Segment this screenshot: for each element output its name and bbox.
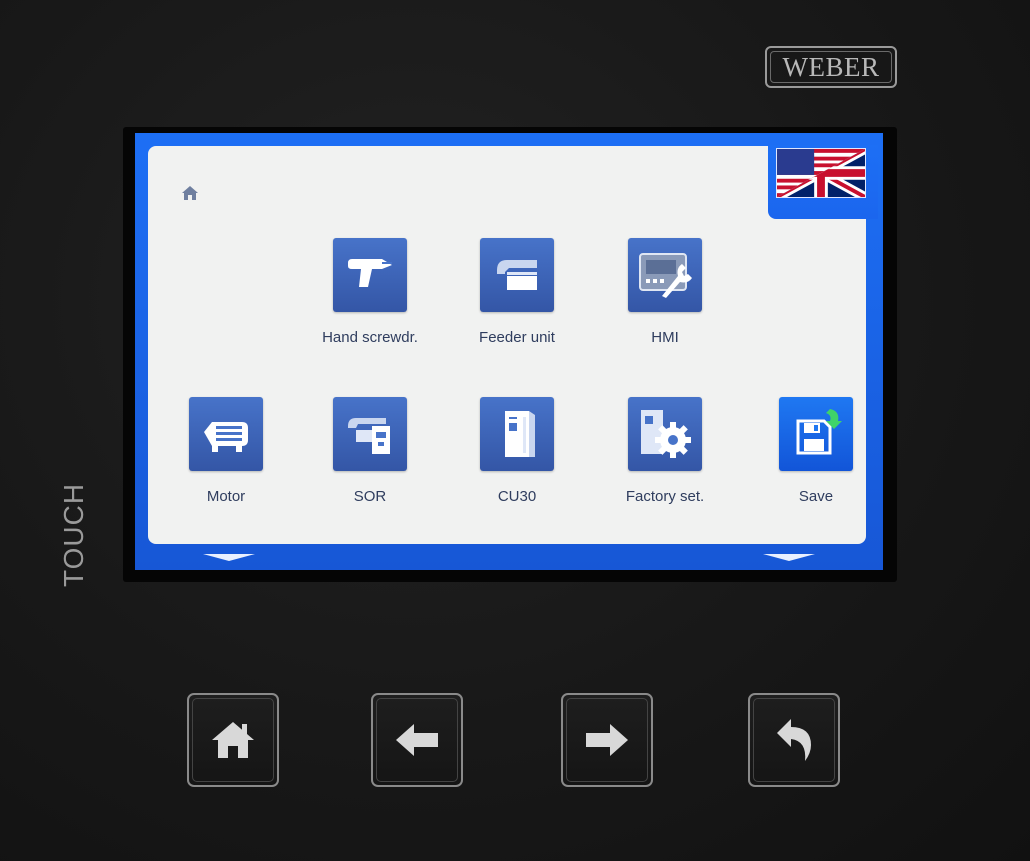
main-panel: Hand screwdr. Feeder unit HMI Motor SOR … xyxy=(148,145,878,544)
app-cu30[interactable]: CU30 xyxy=(452,397,582,527)
hardware-right-button[interactable] xyxy=(561,693,653,787)
app-save[interactable]: Save xyxy=(751,397,881,527)
undo-back-icon xyxy=(777,719,811,761)
arrow-left-icon xyxy=(396,724,438,756)
app-label: Save xyxy=(798,488,834,505)
arrow-right-icon xyxy=(586,724,628,756)
weber-logo: WEBER xyxy=(765,46,897,88)
app-hmi[interactable]: HMI xyxy=(600,238,730,368)
app-label: Motor xyxy=(206,488,246,505)
app-motor[interactable]: Motor xyxy=(161,397,291,527)
save-floppy-icon xyxy=(779,397,853,471)
app-factory-settings[interactable]: Factory set. xyxy=(600,397,730,527)
touchscreen: Hand screwdr. Feeder unit HMI Motor SOR … xyxy=(135,133,883,570)
app-label: HMI xyxy=(651,329,679,346)
cu30-icon xyxy=(480,397,554,471)
app-label: CU30 xyxy=(497,488,537,505)
feeder-unit-icon xyxy=(480,238,554,312)
scroll-down-right-icon[interactable] xyxy=(763,554,815,561)
hmi-wrench-icon xyxy=(628,238,702,312)
app-label: SOR xyxy=(353,488,387,505)
home-icon[interactable] xyxy=(181,185,199,201)
motor-icon xyxy=(189,397,263,471)
hardware-home-button[interactable] xyxy=(187,693,279,787)
app-label: Hand screwdr. xyxy=(322,329,418,346)
factory-settings-gear-icon xyxy=(628,397,702,471)
sor-icon xyxy=(333,397,407,471)
hmi-device: WEBER TOUCH Hand screwdr. Feeder unit HM… xyxy=(0,0,1030,861)
app-label: Feeder unit xyxy=(479,329,555,346)
app-feeder-unit[interactable]: Feeder unit xyxy=(452,238,582,368)
hardware-left-button[interactable] xyxy=(371,693,463,787)
app-hand-screwdriver[interactable]: Hand screwdr. xyxy=(305,238,435,368)
home-icon xyxy=(212,722,254,758)
app-label: Factory set. xyxy=(625,488,705,505)
touch-label: TOUCH xyxy=(58,482,89,587)
uk-us-flag-icon[interactable] xyxy=(776,148,866,198)
app-sor[interactable]: SOR xyxy=(305,397,435,527)
scroll-down-left-icon[interactable] xyxy=(203,554,255,561)
hand-screwdriver-icon xyxy=(333,238,407,312)
hardware-back-button[interactable] xyxy=(748,693,840,787)
